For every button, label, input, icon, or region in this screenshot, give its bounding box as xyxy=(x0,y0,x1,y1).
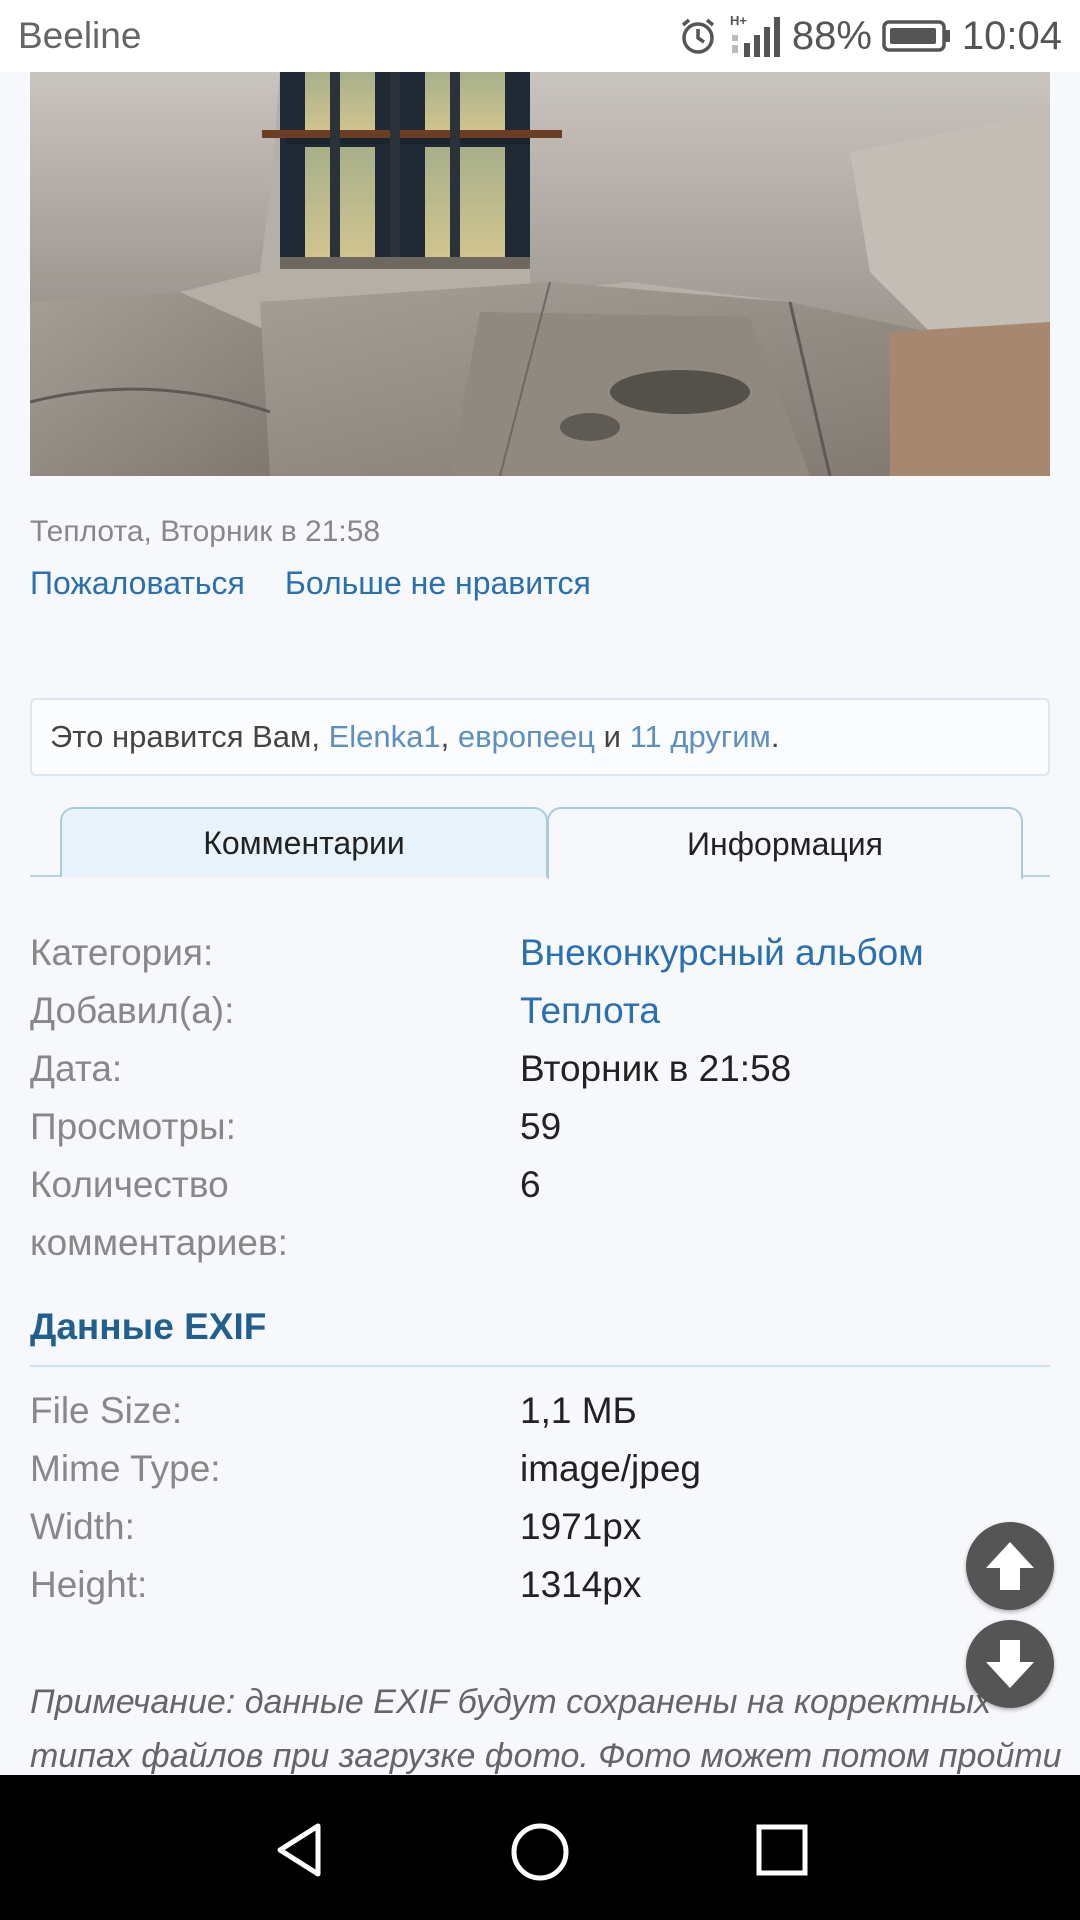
likes-prefix: Это нравится Вам, xyxy=(50,719,329,754)
exif-divider xyxy=(30,1365,1050,1367)
back-button[interactable] xyxy=(270,1820,330,1885)
signal-icon: H+ xyxy=(728,13,782,59)
arrow-down-icon xyxy=(986,1640,1034,1688)
home-button[interactable] xyxy=(508,1820,572,1889)
alarm-icon xyxy=(678,16,718,56)
recents-square-icon xyxy=(756,1824,808,1876)
likes-box: Это нравится Вам, Elenka1 , европеец и 1… xyxy=(30,698,1050,776)
date-value: Вторник в 21:58 xyxy=(520,1048,792,1089)
tab-info[interactable]: Информация xyxy=(547,807,1023,879)
comments-count-label-line1: Количество xyxy=(30,1164,229,1205)
height-value: 1314px xyxy=(520,1564,642,1605)
file-size-label: File Size: xyxy=(30,1390,183,1431)
svg-text:H+: H+ xyxy=(730,13,747,28)
category-link[interactable]: Внеконкурсный альбом xyxy=(520,932,924,974)
likes-others-link[interactable]: 11 другим xyxy=(630,719,771,755)
views-label: Просмотры: xyxy=(30,1106,236,1147)
scroll-down-button[interactable] xyxy=(966,1620,1054,1708)
status-icons: H+ 88% 10:04 xyxy=(678,13,1062,59)
status-bar: Beeline H+ 88% 10:04 xyxy=(0,0,1080,72)
likes-suffix: . xyxy=(770,719,780,754)
added-label: Добавил(а): xyxy=(30,990,235,1031)
battery-icon xyxy=(882,19,952,53)
back-triangle-icon xyxy=(277,1823,321,1877)
recents-button[interactable] xyxy=(752,1820,812,1885)
scroll-up-button[interactable] xyxy=(966,1522,1054,1610)
width-label: Width: xyxy=(30,1506,135,1547)
height-label: Height: xyxy=(30,1564,148,1605)
post-caption: Теплота, Вторник в 21:58 xyxy=(30,515,381,548)
photo-actions: Пожаловаться Больше не нравится xyxy=(30,565,591,602)
comments-count-label-line2: комментариев: xyxy=(30,1222,288,1263)
report-link[interactable]: Пожаловаться xyxy=(30,565,245,602)
author-link[interactable]: Теплота xyxy=(520,990,660,1032)
arrow-up-icon xyxy=(986,1542,1034,1590)
category-label: Категория: xyxy=(30,932,214,973)
unlike-link[interactable]: Больше не нравится xyxy=(285,565,591,602)
exif-note: Примечание: данные EXIF будут сохранены … xyxy=(30,1675,1062,1783)
home-circle-icon xyxy=(511,1823,569,1881)
views-value: 59 xyxy=(520,1106,562,1147)
comments-count-value: 6 xyxy=(520,1164,541,1205)
likes-and: и xyxy=(595,719,630,754)
mime-value: image/jpeg xyxy=(520,1448,702,1489)
file-size-value: 1,1 МБ xyxy=(520,1390,637,1431)
exif-note-line1: Примечание: данные EXIF будут сохранены … xyxy=(30,1683,992,1721)
carrier-name: Beeline xyxy=(18,15,142,56)
exif-heading: Данные EXIF xyxy=(30,1306,267,1347)
clock: 10:04 xyxy=(961,13,1062,58)
width-value: 1971px xyxy=(520,1506,642,1547)
likes-sep: , xyxy=(440,719,458,754)
photo-image[interactable] xyxy=(30,72,1050,476)
battery-percent: 88% xyxy=(791,13,872,58)
liker-link-europeets[interactable]: европеец xyxy=(458,719,595,755)
tab-comments[interactable]: Комментарии xyxy=(60,807,548,877)
date-label: Дата: xyxy=(30,1048,123,1089)
mime-label: Mime Type: xyxy=(30,1448,221,1489)
liker-link-elenka1[interactable]: Elenka1 xyxy=(329,719,441,755)
